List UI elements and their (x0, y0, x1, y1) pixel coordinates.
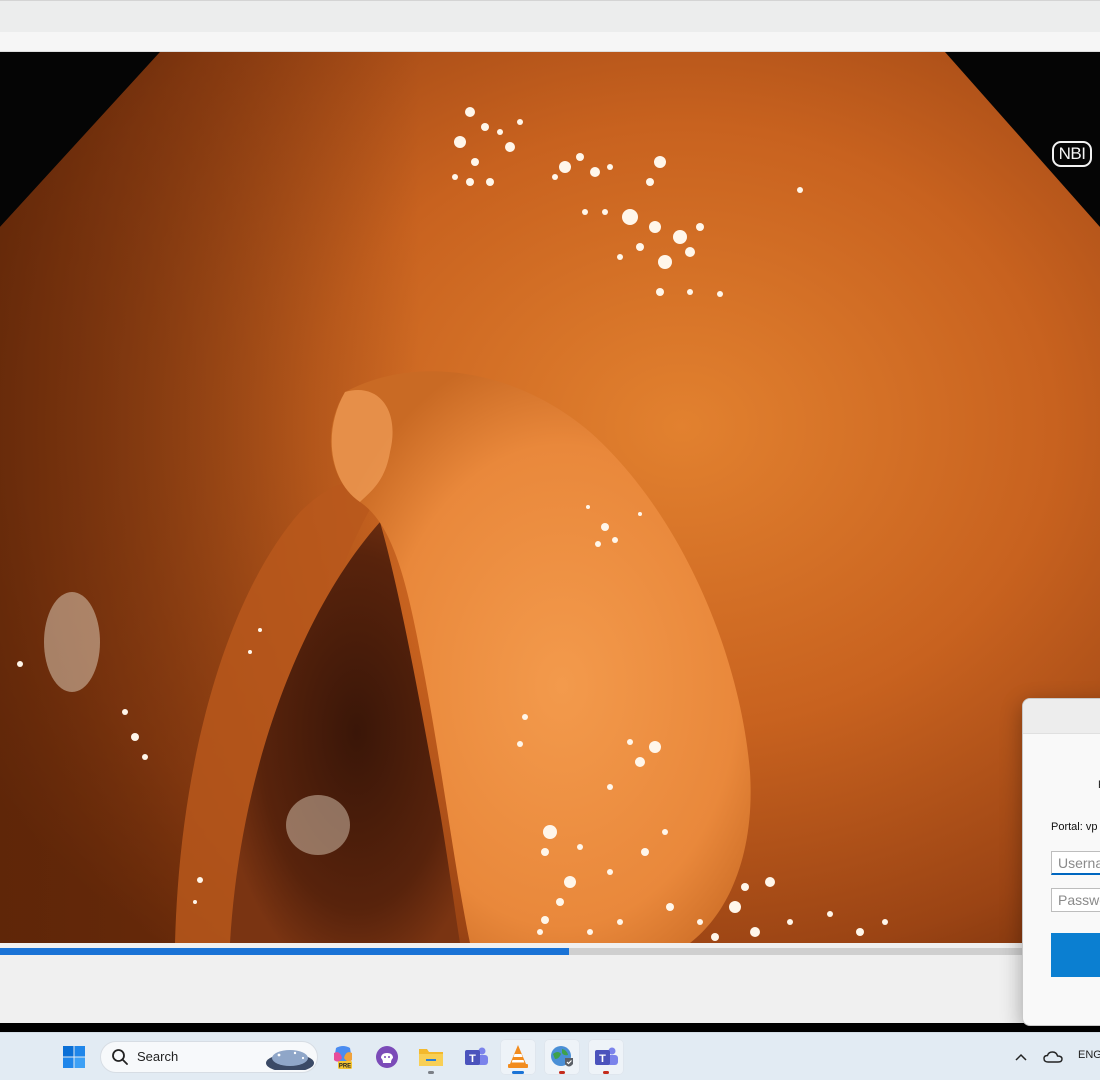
running-indicator (512, 1071, 524, 1074)
vpn-login-dialog: P Portal: vp (1022, 698, 1100, 1026)
svg-text:T: T (599, 1053, 606, 1065)
window-title-bar (0, 0, 1100, 32)
running-indicator (603, 1071, 609, 1074)
github-icon (376, 1046, 398, 1068)
folder-icon (419, 1049, 443, 1066)
show-hidden-icons-button[interactable] (1009, 1039, 1033, 1075)
start-button[interactable] (56, 1039, 92, 1075)
svg-text:T: T (469, 1053, 476, 1065)
cloud-icon (1043, 1051, 1063, 1063)
taskbar-app-file-explorer[interactable] (413, 1039, 449, 1075)
seek-bar-progress (0, 948, 570, 955)
endoscopy-image (0, 52, 1100, 943)
taskbar-search[interactable]: Search (100, 1041, 318, 1073)
search-icon (112, 1049, 128, 1065)
copilot-pre-badge: PRE (339, 1064, 351, 1070)
vlc-icon (508, 1045, 528, 1068)
seek-bar[interactable] (0, 948, 1022, 955)
window-menu-strip (0, 32, 1100, 52)
chevron-up-icon (1015, 1053, 1027, 1061)
taskbar-app-vpn[interactable] (544, 1039, 580, 1075)
connect-button[interactable] (1051, 933, 1100, 977)
globe-shield-icon (551, 1046, 573, 1067)
windows-logo-icon (63, 1046, 85, 1068)
taskbar: Search PRE T T ENG (0, 1032, 1100, 1080)
search-placeholder: Search (137, 1049, 179, 1064)
taskbar-app-teams-work[interactable]: T (588, 1039, 624, 1075)
taskbar-app-vlc[interactable] (500, 1039, 536, 1075)
username-input[interactable] (1051, 851, 1100, 875)
running-indicator (428, 1071, 434, 1074)
input-language-indicator[interactable]: ENG (1078, 1049, 1100, 1061)
teams-icon: T (595, 1047, 618, 1065)
taskbar-app-github[interactable] (369, 1039, 405, 1075)
nbi-mode-badge: NBI (1052, 141, 1092, 167)
player-controls (0, 943, 1100, 1023)
copilot-icon: PRE (334, 1046, 352, 1070)
search-highlight-icon (266, 1050, 314, 1070)
running-indicator (559, 1071, 565, 1074)
taskbar-app-copilot[interactable]: PRE (325, 1039, 361, 1075)
onedrive-button[interactable] (1039, 1039, 1067, 1075)
password-input[interactable] (1051, 888, 1100, 912)
portal-label: Portal: vp (1051, 821, 1098, 833)
dialog-title-bar[interactable] (1023, 699, 1100, 734)
teams-icon: T (465, 1047, 488, 1065)
video-frame[interactable]: NBI (0, 52, 1100, 943)
taskbar-app-teams[interactable]: T (458, 1039, 494, 1075)
